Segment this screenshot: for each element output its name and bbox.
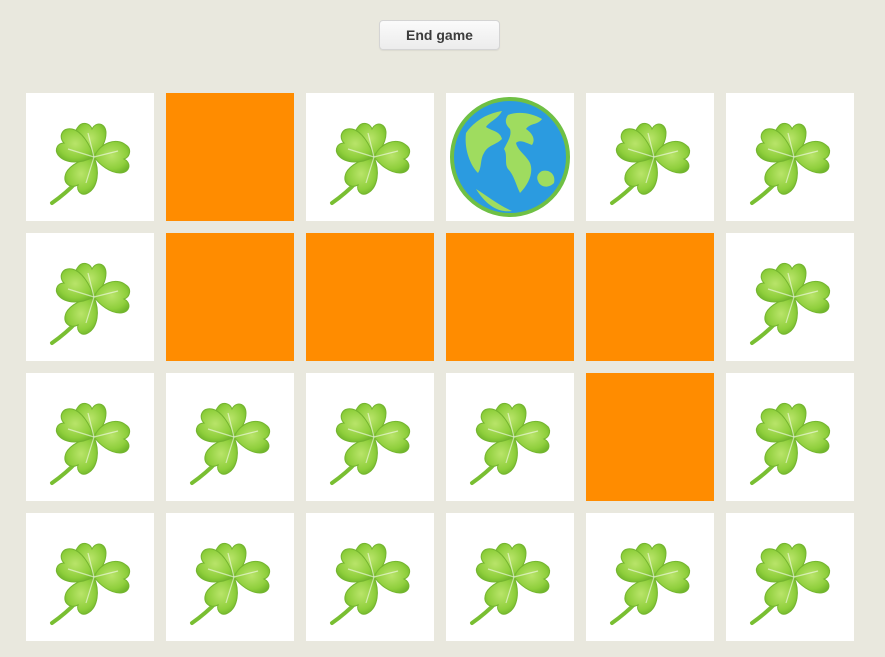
game-toolbar: End game [0, 0, 885, 70]
card-face-up[interactable] [726, 373, 854, 501]
clover-icon [470, 542, 551, 625]
clover-icon [50, 542, 131, 625]
card-face-up[interactable] [586, 93, 714, 221]
card-face-up[interactable] [26, 233, 154, 361]
card-face-up[interactable] [166, 373, 294, 501]
clover-icon [190, 542, 271, 625]
clover-icon [610, 122, 691, 205]
card-face-down[interactable] [586, 233, 714, 361]
clover-icon [50, 402, 131, 485]
card-face-up[interactable] [726, 233, 854, 361]
clover-icon [190, 402, 271, 485]
memory-board [26, 93, 854, 641]
clover-icon [610, 542, 691, 625]
clover-icon [750, 542, 831, 625]
clover-icon [750, 402, 831, 485]
card-face-down[interactable] [166, 233, 294, 361]
card-face-up[interactable] [26, 513, 154, 641]
clover-icon [750, 262, 831, 345]
card-face-up[interactable] [726, 513, 854, 641]
clover-icon [750, 122, 831, 205]
card-face-down[interactable] [586, 373, 714, 501]
card-face-up[interactable] [446, 513, 574, 641]
card-face-down[interactable] [446, 233, 574, 361]
clover-icon [330, 402, 411, 485]
card-face-up[interactable] [306, 93, 434, 221]
card-face-down[interactable] [306, 233, 434, 361]
card-face-up[interactable] [446, 93, 574, 221]
globe-icon [450, 97, 570, 217]
card-face-up[interactable] [726, 93, 854, 221]
card-face-up[interactable] [306, 373, 434, 501]
card-face-up[interactable] [446, 373, 574, 501]
card-face-up[interactable] [26, 93, 154, 221]
clover-icon [330, 122, 411, 205]
clover-icon [470, 402, 551, 485]
clover-icon [330, 542, 411, 625]
card-face-up[interactable] [26, 373, 154, 501]
card-face-up[interactable] [166, 513, 294, 641]
end-game-button[interactable]: End game [379, 20, 500, 50]
clover-icon [50, 262, 131, 345]
card-face-up[interactable] [306, 513, 434, 641]
clover-icon [50, 122, 131, 205]
card-face-up[interactable] [586, 513, 714, 641]
card-face-down[interactable] [166, 93, 294, 221]
